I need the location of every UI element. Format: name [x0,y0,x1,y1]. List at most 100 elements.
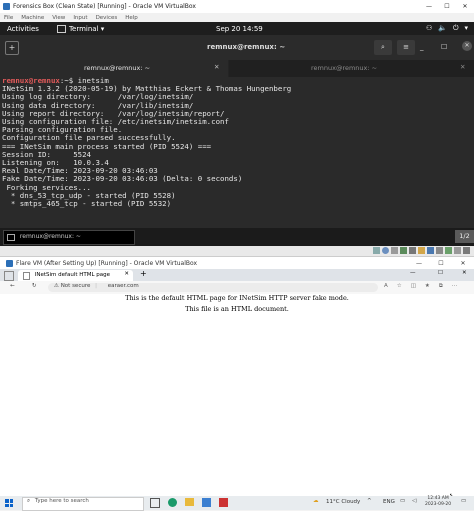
close-tab-icon[interactable]: ✕ [214,63,219,71]
web-page-content: This is the default HTML page for INetSi… [0,294,474,500]
tab-terminal-1[interactable]: remnux@remnux: ~ ✕ [0,60,228,77]
notification-icon[interactable]: ▭ [461,498,466,504]
tray-chevron-icon[interactable]: ^ [367,498,372,504]
split-screen-icon[interactable]: ◫ [411,283,416,290]
host-menubar: File Machine View Input Devices Help [0,13,474,22]
search-icon: ⌕ [27,498,31,504]
app-icon[interactable] [219,498,228,507]
back-icon[interactable]: ← [10,283,15,289]
browser-tab-bar: INetSim default HTML page ✕ + — ☐ ✕ [0,269,474,281]
url-text: earaer.com [107,283,139,289]
menu-view[interactable]: View [52,15,65,21]
close-icon[interactable]: ✕ [462,41,472,51]
minimize-icon[interactable]: — [410,270,416,276]
gnome-top-bar: Activities Terminal ▾ Sep 20 14:59 ⚇ 🔈 ⏻… [0,22,474,35]
vbox-status-bar [0,246,474,257]
weather-icon[interactable]: ☁ [313,498,319,504]
collections-icon[interactable]: ⧉ [439,283,443,290]
menu-devices[interactable]: Devices [96,15,118,21]
favorite-star-icon[interactable]: ☆ [397,283,402,290]
taskbar-terminal-item[interactable]: remnux@remnux: ~ [3,230,135,245]
display-icon[interactable] [427,247,434,254]
clock[interactable]: 12:43 AM 2023-09-20 [425,496,451,508]
terminal-icon [56,24,66,33]
virtualbox-icon [6,259,13,267]
windows-taskbar: ⌕ Type here to search ☁ 11°C Cloudy ^ EN… [0,496,474,511]
workspace-indicator[interactable]: 1/2 [455,230,474,243]
read-aloud-icon[interactable]: A [384,283,388,290]
browser-tab[interactable]: INetSim default HTML page ✕ [18,270,133,281]
weather-text[interactable]: 11°C Cloudy [326,499,360,505]
menu-input[interactable]: Input [73,15,87,21]
menu-file[interactable]: File [4,15,13,21]
not-secure-label: Not secure [60,283,91,289]
maximize-icon[interactable]: ☐ [438,270,443,276]
guest-window-titlebar: Flare VM (After Setting Up) [Running] - … [0,257,474,269]
page-line-2: This file is an HTML document. [185,305,289,313]
taskbar-search-placeholder: Type here to search [34,498,89,504]
refresh-icon[interactable]: ↻ [32,283,37,289]
minimize-icon[interactable]: _ [420,43,424,51]
keyboard-icon[interactable] [463,247,470,254]
close-tab-icon[interactable]: ✕ [460,63,465,71]
minimize-icon[interactable]: — [408,260,430,267]
favorites-icon[interactable]: ★ [425,283,430,290]
terminal-headerbar: + remnux@remnux: ~ ⌕ ≡ _ ☐ ✕ [0,35,474,60]
activities-button[interactable]: Activities [7,25,39,33]
terminal-output[interactable]: remnux@remnux:~$ inetsim INetSim 1.3.2 (… [0,77,474,228]
browser-window-menu-icon[interactable] [4,271,14,281]
maximize-icon[interactable]: ☐ [430,260,452,267]
host-window-titlebar: Forensics Box (Clean State) [Running] - … [0,0,474,14]
guest-window-title: Flare VM (After Setting Up) [Running] - … [16,259,198,267]
guest-taskbar: remnux@remnux: ~ 1/2 [0,228,474,246]
page-line-1: This is the default HTML page for INetSi… [125,294,349,302]
recording-icon[interactable] [436,247,443,254]
optical-drive-icon[interactable] [382,247,389,254]
mouse-integration-icon[interactable] [454,247,461,254]
edge-icon[interactable] [168,498,177,507]
address-bar[interactable]: ⚠ Not secure | earaer.com [48,283,378,292]
start-icon[interactable] [5,499,13,507]
maximize-icon[interactable]: ☐ [438,3,456,10]
terminal-line: * smtps_465_tcp - started (PID 5532) [2,199,172,209]
app-menu[interactable]: Terminal ▾ [69,25,104,33]
warning-icon[interactable]: ⚠ [54,283,59,289]
browser-tab-label: INetSim default HTML page [34,272,111,278]
tab-label: remnux@remnux: ~ [311,64,378,72]
new-tab-icon[interactable]: + [140,269,147,278]
clock-date: 2023-09-20 [425,502,452,507]
volume-icon[interactable]: 🔈 [438,24,447,33]
minimize-icon[interactable]: — [420,3,438,10]
close-icon[interactable]: ✕ [462,270,467,276]
usb-icon[interactable] [409,247,416,254]
cpu-icon[interactable] [445,247,452,254]
hamburger-menu-icon[interactable]: ≡ [397,40,415,55]
more-icon[interactable]: ⋯ [452,283,458,290]
chevron-down-icon[interactable]: ▾ [464,24,468,33]
shared-folder-icon[interactable] [418,247,425,254]
power-icon[interactable]: ⏻ [453,24,459,33]
terminal-tab-bar: remnux@remnux: ~ ✕ remnux@remnux: ~ ✕ [0,60,474,77]
menu-machine[interactable]: Machine [21,15,44,21]
close-icon[interactable]: ✕ [452,260,474,267]
network-icon[interactable] [400,247,407,254]
network-icon[interactable]: ⚇ [426,24,432,33]
audio-icon[interactable] [391,247,398,254]
hdd-icon[interactable] [373,247,380,254]
network-icon[interactable]: ▭ [400,498,405,504]
volume-icon[interactable]: ◁ [412,498,416,504]
host-window-title: Forensics Box (Clean State) [Running] - … [13,3,196,10]
maximize-icon[interactable]: ☐ [441,43,447,51]
taskbar-search-box[interactable]: ⌕ Type here to search [22,497,144,511]
language-indicator[interactable]: ENG [383,499,395,505]
task-view-icon[interactable] [150,498,160,508]
clock[interactable]: Sep 20 14:59 [216,25,263,33]
search-icon[interactable]: ⌕ [374,40,392,55]
store-icon[interactable] [202,498,211,507]
file-explorer-icon[interactable] [185,498,194,506]
menu-help[interactable]: Help [125,15,138,21]
close-tab-icon[interactable]: ✕ [124,271,129,277]
close-icon[interactable]: ✕ [456,3,474,10]
new-tab-icon[interactable]: + [5,41,19,55]
tab-terminal-2[interactable]: remnux@remnux: ~ ✕ [229,60,474,77]
